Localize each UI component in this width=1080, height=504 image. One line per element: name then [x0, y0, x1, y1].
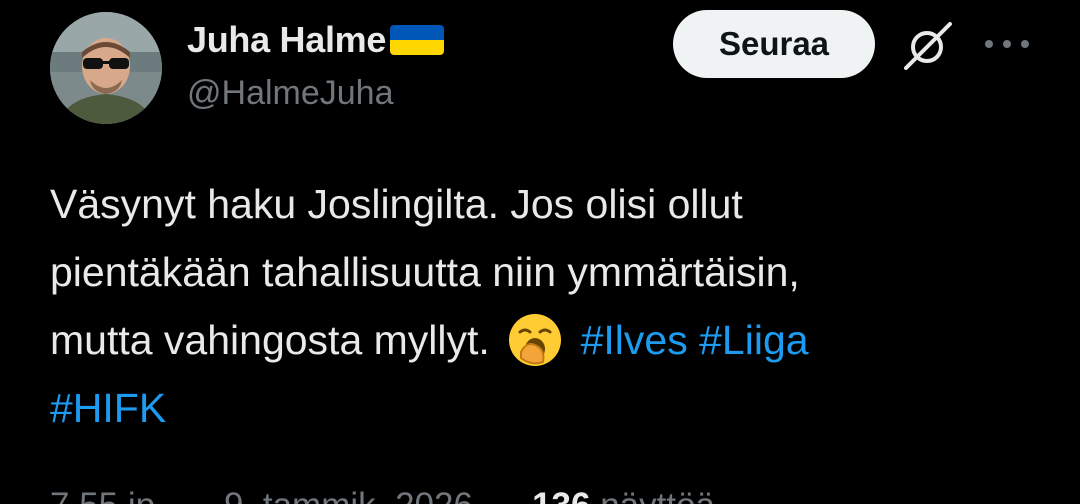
- tweet-line: pientäkään tahallisuutta niin ymmärtäisi…: [50, 249, 800, 295]
- grok-icon[interactable]: [898, 16, 958, 76]
- avatar[interactable]: [50, 12, 162, 124]
- tweet-text: Väsynyt haku Joslingilta. Jos olisi ollu…: [50, 170, 1030, 442]
- tweet-text-segment: mutta vahingosta myllyt.: [50, 317, 490, 363]
- ukraine-flag-icon: [390, 25, 445, 55]
- tweet-line: Väsynyt haku Joslingilta. Jos olisi ollu…: [50, 181, 743, 227]
- author-display-name[interactable]: Juha Halme: [187, 19, 386, 61]
- author-name-row: Juha Halme: [187, 18, 445, 62]
- yawning-face-icon: [509, 314, 562, 366]
- more-options-icon[interactable]: [985, 29, 1029, 59]
- views-count: 136: [532, 486, 590, 504]
- avatar-photo: [50, 12, 162, 124]
- separator: ·: [189, 486, 201, 504]
- tweet-line: #HIFK: [50, 374, 1030, 442]
- hashtag-link[interactable]: #Ilves: [581, 317, 688, 363]
- author-handle[interactable]: @HalmeJuha: [187, 74, 394, 113]
- follow-button[interactable]: Seuraa: [673, 10, 875, 78]
- hashtag-link[interactable]: #HIFK: [50, 385, 166, 431]
- tweet-line: mutta vahingosta myllyt. #Ilves #Liiga: [50, 306, 1030, 374]
- tweet-time[interactable]: 7.55 ip.: [50, 486, 165, 504]
- views-label: näyttöä: [600, 486, 715, 504]
- tweet-date[interactable]: 9. tammik. 2026: [224, 486, 473, 504]
- hashtag-link[interactable]: #Liiga: [699, 317, 808, 363]
- separator: ·: [497, 486, 509, 504]
- tweet-meta: 7.55 ip. · 9. tammik. 2026 · 136 näyttöä: [50, 486, 715, 504]
